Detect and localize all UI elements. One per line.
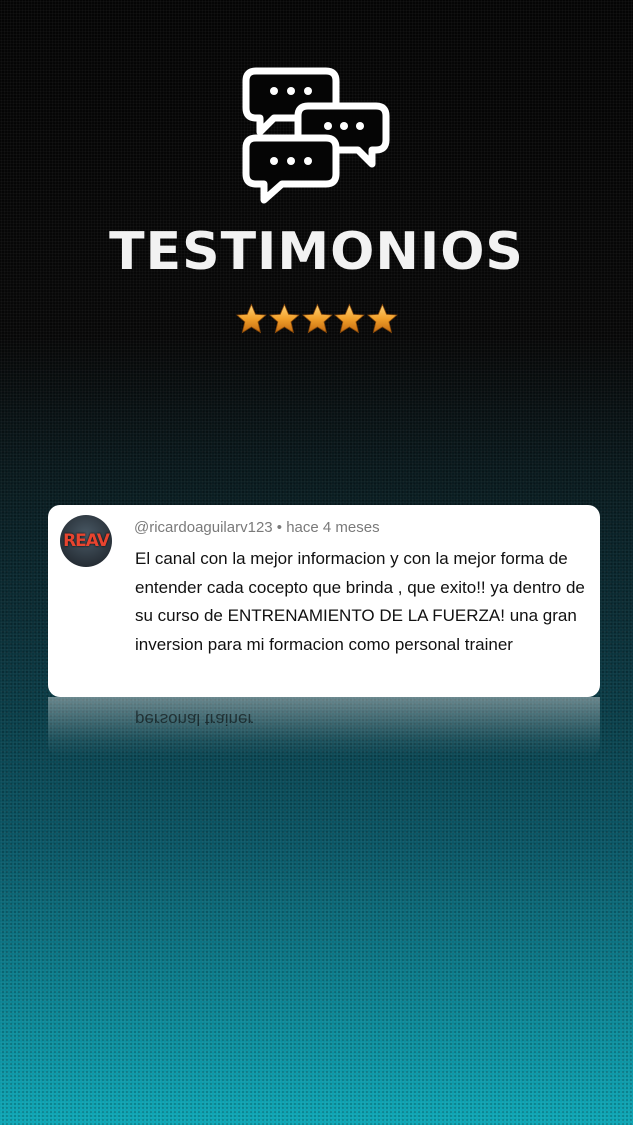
star-rating: [235, 302, 399, 338]
avatar[interactable]: REAV: [60, 515, 112, 567]
comment-text: El canal con la mejor informacion y con …: [135, 549, 585, 654]
chat-bubbles-icon: [242, 66, 390, 204]
comment-meta: @ricardoaguilarv123 • hace 4 meses: [134, 519, 380, 536]
reflection-text: personal trainer: [135, 710, 254, 729]
star-icon: [367, 303, 399, 334]
avatar-logo-text: REAV: [63, 531, 110, 551]
star-icon: [334, 303, 366, 334]
star-icon: [235, 303, 267, 334]
testimonial-card: REAV @ricardoaguilarv123 • hace 4 meses …: [48, 505, 600, 697]
star-icon: [301, 303, 333, 334]
card-reflection: personal trainer: [48, 697, 600, 757]
page-title: TESTIMONIOS: [109, 222, 524, 282]
star-icon: [268, 303, 300, 334]
